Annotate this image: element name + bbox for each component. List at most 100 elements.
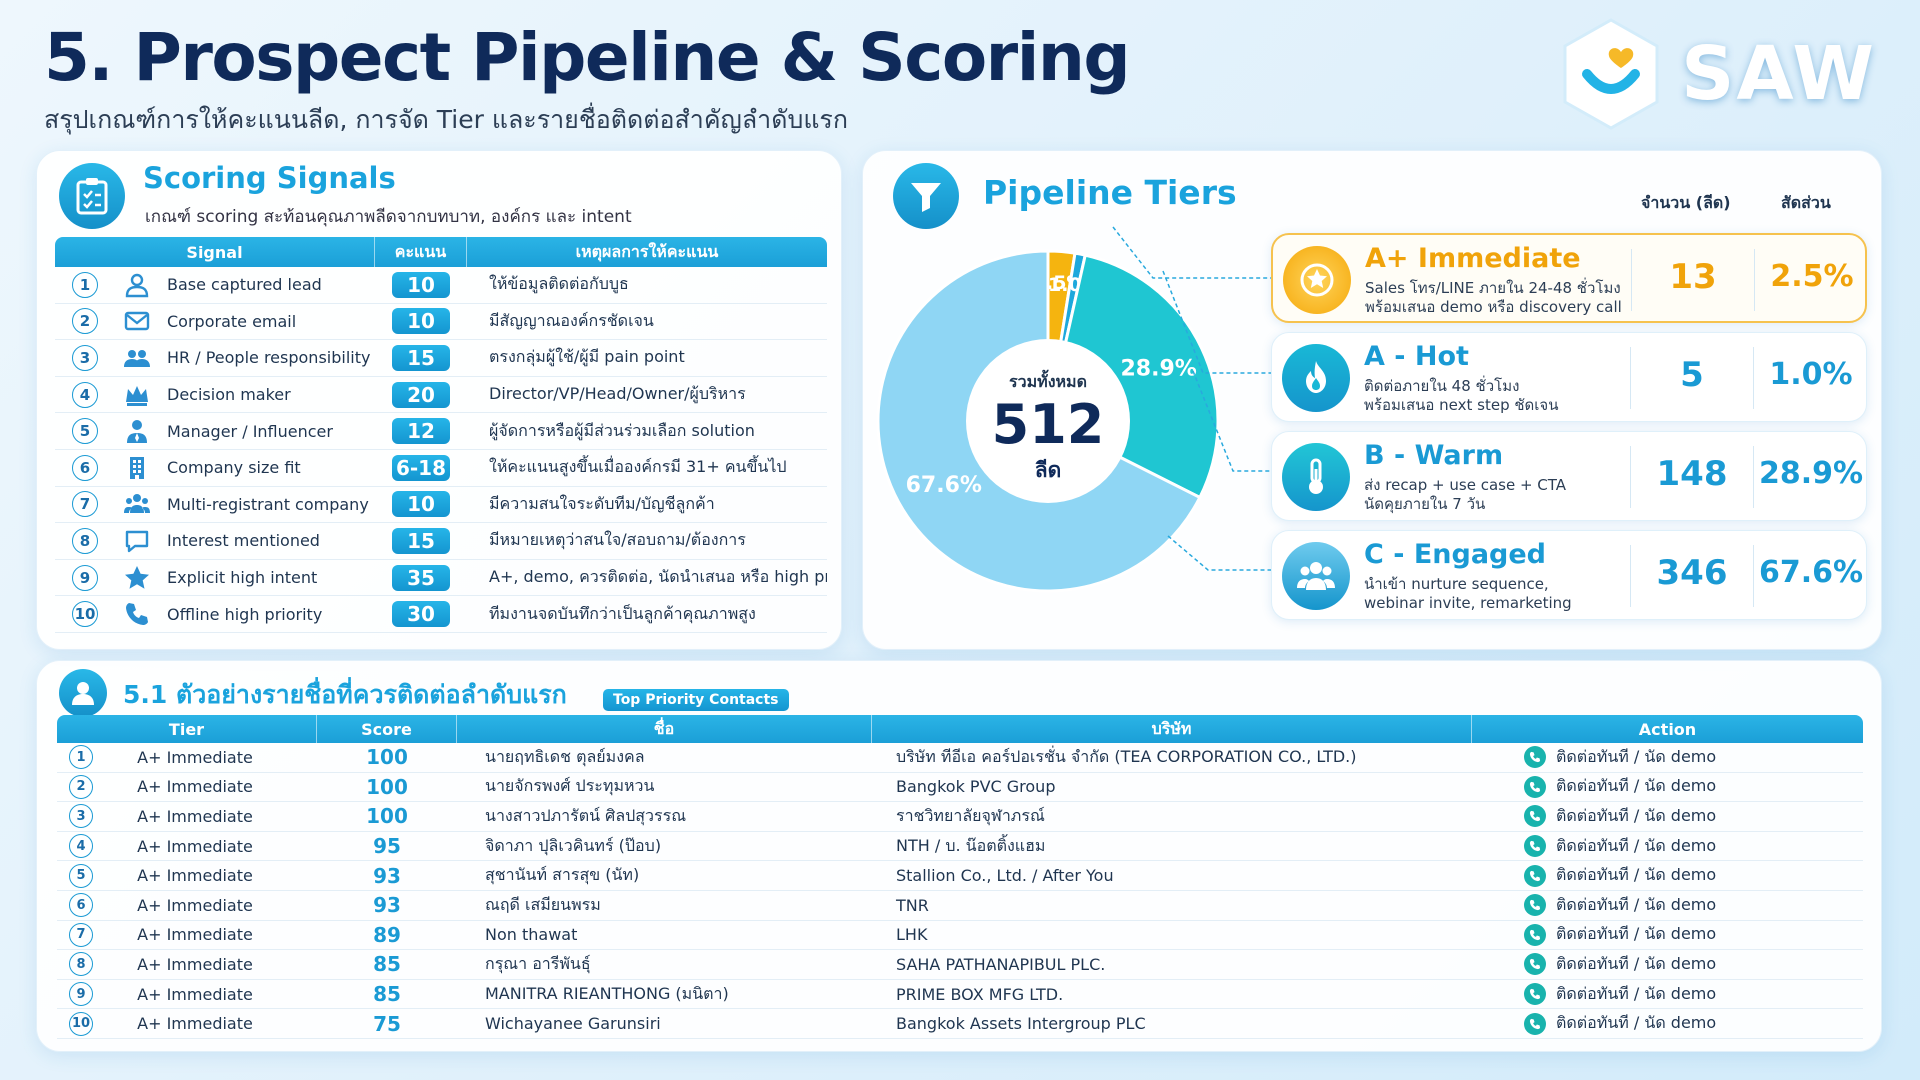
signal-row: 8 Interest mentioned 15 มีหมายเหตุว่าสนใจ/ส…	[55, 523, 827, 560]
contact-company: PRIME BOX MFG LTD.	[896, 984, 1064, 1004]
contact-tier: A+ Immediate	[137, 806, 253, 826]
pipeline-tiers-panel: Pipeline Tiers จำนวน (ลีด) สัดส่วน 2.5% 1…	[862, 150, 1882, 650]
contact-action[interactable]: ติดต่อทันที / นัด demo	[1472, 774, 1863, 799]
pipeline-pie-chart: 2.5%1.0%28.9%67.6%รวมทั้งหมด512ลีด	[876, 249, 1220, 593]
row-number: 8	[69, 952, 93, 977]
col-action: Action	[1638, 719, 1697, 739]
tier-share: 28.9%	[1758, 456, 1864, 491]
contact-action[interactable]: ติดต่อทันที / นัด demo	[1472, 982, 1863, 1007]
top-priority-badge: Top Priority Contacts	[603, 689, 789, 711]
contact-company: Bangkok Assets Intergroup PLC	[896, 1014, 1146, 1034]
tier-card: B - Warm ส่ง recap + use case + CTA นัดคุย…	[1271, 431, 1867, 521]
signal-row: 5 Manager / Influencer 12 ผู้จัดการหรือผู้ม…	[55, 413, 827, 450]
contact-score: 75	[373, 1011, 401, 1036]
signal-score: 35	[392, 564, 450, 591]
contact-action[interactable]: ติดต่อทันที / นัด demo	[1472, 893, 1863, 918]
pie-label: 28.9%	[1120, 357, 1196, 382]
signal-row: 4 Decision maker 20 Director/VP/Head/Owner/…	[55, 377, 827, 414]
col-contact-score: Score	[317, 715, 457, 743]
pipeline-title: Pipeline Tiers	[983, 173, 1237, 212]
crown-icon	[126, 385, 148, 406]
contact-company: NTH / บ. น๊อตติ้งแฮม	[896, 835, 1046, 855]
contact-name: MANITRA RIEANTHONG (มนิตา)	[485, 983, 729, 1003]
contact-name: Wichayanee Garunsiri	[485, 1014, 661, 1034]
contact-name: สุชานันท์ สารสุข (นัท)	[485, 865, 640, 885]
tier-name: A+ Immediate	[1365, 243, 1581, 274]
contact-score: 85	[373, 982, 401, 1007]
signal-reason: มีสัญญาณองค์กรชัดเจน	[489, 310, 654, 330]
total-unit: ลีด	[1035, 458, 1062, 482]
contact-company: LHK	[896, 925, 928, 945]
signal-row: 1 Base captured lead 10 ให้ข้อมูลติดต่อกับบ…	[55, 267, 827, 304]
signal-name: Corporate email	[167, 311, 297, 331]
priority-contacts-panel: 5.1 ตัวอย่างรายชื่อที่ควรติดต่อลำดับแรก …	[36, 660, 1882, 1052]
signal-name: Explicit high intent	[167, 568, 318, 588]
total-label: รวมทั้งหมด	[1009, 369, 1087, 391]
signal-row: 3 HR / People responsibility 15 ตรงกลุ่มผู้…	[55, 340, 827, 377]
building-icon	[130, 456, 144, 479]
contact-score: 100	[366, 804, 408, 829]
people-icon	[124, 349, 150, 367]
phone-icon	[1524, 775, 1546, 798]
phone-icon	[1524, 923, 1546, 946]
clipboard-icon	[59, 163, 125, 229]
phone-icon	[1524, 805, 1546, 828]
signal-reason: มีหมายเหตุว่าสนใจ/สอบถาม/ต้องการ	[489, 530, 746, 550]
tier-description: นำเข้า nurture sequence, webinar invite, …	[1364, 575, 1572, 612]
contact-company: บริษัท ทีอีเอ คอร์ปอเรชั่น จำกัด (TEA CO…	[896, 746, 1357, 766]
group-icon	[124, 494, 150, 514]
contact-name: จิดาภา ปุลิเวคินทร์ (ป๊อบ)	[485, 835, 662, 855]
tier-count: 5	[1680, 355, 1704, 395]
row-number: 7	[72, 491, 98, 518]
tier-count: 346	[1656, 553, 1728, 593]
signal-row: 9 Explicit high intent 35 A+, demo, ควรติดต…	[55, 560, 827, 597]
signal-score: 20	[392, 381, 450, 408]
phone-icon	[1524, 953, 1546, 976]
contact-company: SAHA PATHANAPIBUL PLC.	[896, 954, 1106, 974]
signal-reason: ทีมงานจดบันทึกว่าเป็นลูกค้าคุณภาพสูง	[489, 603, 756, 623]
group-icon	[1297, 562, 1335, 590]
contact-tier: A+ Immediate	[137, 747, 253, 767]
contact-company: Stallion Co., Ltd. / After You	[896, 866, 1114, 886]
signal-row: 2 Corporate email 10 มีสัญญาณองค์กรชัดเจน	[55, 304, 827, 341]
row-number: 10	[72, 601, 98, 628]
contact-tier: A+ Immediate	[137, 836, 253, 856]
col-share-label: สัดส่วน	[1781, 193, 1831, 212]
contact-action[interactable]: ติดต่อทันที / นัด demo	[1472, 804, 1863, 829]
page-title: 5. Prospect Pipeline & Scoring	[44, 19, 1131, 96]
contact-score: 93	[373, 863, 401, 888]
signal-score: 10	[392, 491, 450, 518]
contact-name: นางสาวปภารัตน์ ศิลปสุวรรณ	[485, 805, 687, 825]
flame-icon	[1306, 361, 1326, 393]
contact-action[interactable]: ติดต่อทันที / นัด demo	[1472, 745, 1863, 770]
contact-company: Bangkok PVC Group	[896, 777, 1056, 797]
signal-score: 10	[392, 271, 450, 298]
contact-row: 5 A+ Immediate 93 สุชานันท์ สารสุข (นัท) Sta…	[57, 861, 1863, 891]
contact-score: 89	[373, 922, 401, 947]
contact-action[interactable]: ติดต่อทันที / นัด demo	[1472, 952, 1863, 977]
phone-icon	[1524, 894, 1546, 917]
contact-row: 9 A+ Immediate 85 MANITRA RIEANTHONG (มนิตา…	[57, 980, 1863, 1010]
person-icon	[125, 273, 149, 297]
row-number: 3	[72, 344, 98, 371]
col-tier: Tier	[57, 715, 317, 743]
contact-score: 100	[366, 774, 408, 799]
row-number: 2	[69, 774, 93, 799]
thermometer-icon	[1309, 458, 1323, 494]
contact-row: 4 A+ Immediate 95 จิดาภา ปุลิเวคินทร์ (ป๊อบ…	[57, 832, 1863, 862]
row-number: 5	[69, 863, 93, 888]
contact-action[interactable]: ติดต่อทันที / นัด demo	[1472, 834, 1863, 859]
row-number: 9	[69, 982, 93, 1007]
contact-action[interactable]: ติดต่อทันที / นัด demo	[1472, 863, 1863, 888]
contact-tier: A+ Immediate	[137, 954, 253, 974]
phone-icon	[1524, 835, 1546, 858]
contact-action[interactable]: ติดต่อทันที / นัด demo	[1472, 1011, 1863, 1036]
signal-name: Base captured lead	[167, 275, 322, 295]
contact-row: 7 A+ Immediate 89 Non thawat LHK ติดต่อทันที …	[57, 921, 1863, 951]
signal-name: Manager / Influencer	[167, 421, 333, 441]
signal-score: 15	[392, 344, 450, 371]
contact-row: 10 A+ Immediate 75 Wichayanee Garunsiri Bang…	[57, 1009, 1863, 1039]
contact-name: กรุณา อารีพันธุ์	[485, 953, 591, 973]
contact-action[interactable]: ติดต่อทันที / นัด demo	[1472, 922, 1863, 947]
contact-tier: A+ Immediate	[137, 984, 253, 1004]
